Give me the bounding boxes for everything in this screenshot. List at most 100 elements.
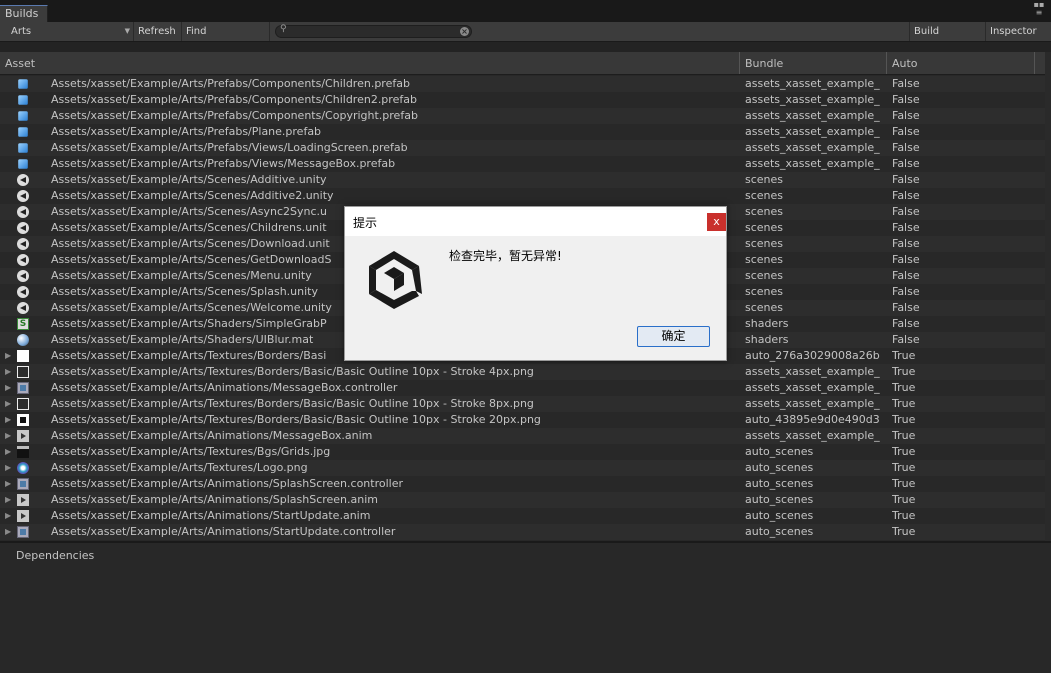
bundle-name: assets_xasset_example_ xyxy=(745,109,880,122)
auto-flag: False xyxy=(892,77,920,90)
bundle-name: scenes xyxy=(745,285,784,298)
animation-clip-icon-glyph xyxy=(17,430,29,442)
search-input[interactable]: ⚲ × xyxy=(275,24,472,38)
animation-clip-icon xyxy=(17,494,30,506)
column-header-asset[interactable]: Asset xyxy=(0,52,739,74)
table-row[interactable]: ▶ Assets/xasset/Example/Arts/Textures/Bor… xyxy=(0,412,1051,428)
expand-arrow-icon[interactable]: ▶ xyxy=(5,396,13,412)
search-icon: ⚲ xyxy=(280,24,287,34)
table-row[interactable]: Assets/xasset/Example/Arts/Prefabs/Views… xyxy=(0,140,1051,156)
animator-controller-icon xyxy=(17,526,30,538)
table-row[interactable]: ▶ Assets/xasset/Example/Arts/Textures/Log… xyxy=(0,460,1051,476)
expand-arrow-icon[interactable]: ▶ xyxy=(5,524,13,540)
table-row[interactable]: ▶ Assets/xasset/Example/Arts/Animations/S… xyxy=(0,508,1051,524)
table-row[interactable]: Assets/xasset/Example/Arts/Prefabs/Compo… xyxy=(0,76,1051,92)
scene-icon xyxy=(17,174,30,186)
prefab-icon xyxy=(17,110,30,122)
tab-builds[interactable]: Builds xyxy=(0,5,48,22)
find-references-button[interactable]: Find References xyxy=(182,22,270,56)
scene-icon-glyph xyxy=(17,190,29,202)
auto-flag: True xyxy=(892,525,916,538)
inspector-button[interactable]: Inspector xyxy=(986,22,1046,41)
texture-outline-icon-glyph xyxy=(17,366,29,378)
table-row[interactable]: ▶ Assets/xasset/Example/Arts/Animations/S… xyxy=(0,492,1051,508)
close-button[interactable]: x xyxy=(707,213,726,231)
table-row[interactable]: Assets/xasset/Example/Arts/Prefabs/Plane… xyxy=(0,124,1051,140)
auto-flag: False xyxy=(892,205,920,218)
table-header: Asset Bundle Auto xyxy=(0,52,1051,75)
prefab-icon-glyph xyxy=(18,159,28,169)
refresh-button[interactable]: Refresh xyxy=(134,22,182,41)
bundle-name: auto_scenes xyxy=(745,477,814,490)
table-row[interactable]: Assets/xasset/Example/Arts/Prefabs/Views… xyxy=(0,156,1051,172)
asset-path: Assets/xasset/Example/Arts/Prefabs/Views… xyxy=(51,141,408,154)
bundle-name: assets_xasset_example_ xyxy=(745,365,880,378)
table-row[interactable]: ▶ Assets/xasset/Example/Arts/Animations/S… xyxy=(0,524,1051,540)
dialog-title-bar[interactable]: 提示 x xyxy=(345,207,726,236)
expand-arrow-icon[interactable]: ▶ xyxy=(5,444,13,460)
prefab-icon xyxy=(17,126,30,138)
table-row[interactable]: ▶ Assets/xasset/Example/Arts/Animations/M… xyxy=(0,380,1051,396)
expand-arrow-icon[interactable]: ▶ xyxy=(5,460,13,476)
expand-arrow-icon[interactable]: ▶ xyxy=(5,364,13,380)
auto-flag: True xyxy=(892,365,916,378)
animator-controller-icon-glyph xyxy=(17,526,29,538)
asset-path: Assets/xasset/Example/Arts/Textures/Bgs/… xyxy=(51,445,331,458)
window-tab-bar: Builds ▪▪ ≡ xyxy=(0,0,1051,22)
table-row[interactable]: ▶ Assets/xasset/Example/Arts/Animations/M… xyxy=(0,428,1051,444)
texture-outline-icon xyxy=(17,398,30,410)
table-row[interactable]: ▶ Assets/xasset/Example/Arts/Textures/Bgs… xyxy=(0,444,1051,460)
auto-flag: True xyxy=(892,477,916,490)
asset-path: Assets/xasset/Example/Arts/Prefabs/Plane… xyxy=(51,125,322,138)
shader-icon: S xyxy=(17,318,30,330)
scene-icon xyxy=(17,190,30,202)
scene-icon-glyph xyxy=(17,270,29,282)
expand-arrow-icon[interactable]: ▶ xyxy=(5,380,13,396)
table-row[interactable]: Assets/xasset/Example/Arts/Prefabs/Compo… xyxy=(0,92,1051,108)
table-row[interactable]: ▶ Assets/xasset/Example/Arts/Animations/S… xyxy=(0,476,1051,492)
scene-icon xyxy=(17,238,30,250)
texture-logo-icon xyxy=(17,462,30,474)
texture-grid-icon xyxy=(17,446,30,458)
texture-thick-outline-icon xyxy=(17,414,30,426)
asset-path: Assets/xasset/Example/Arts/Prefabs/Compo… xyxy=(51,109,418,122)
build-bundles-button[interactable]: Build Bundles xyxy=(909,22,986,56)
ok-button[interactable]: 确定 xyxy=(637,326,710,347)
expand-arrow-icon[interactable]: ▶ xyxy=(5,508,13,524)
message-dialog: 提示 x 检查完毕，暂无异常! 确定 xyxy=(344,206,727,361)
table-row[interactable]: ▶ Assets/xasset/Example/Arts/Textures/Bor… xyxy=(0,396,1051,412)
table-row[interactable]: Assets/xasset/Example/Arts/Scenes/Additi… xyxy=(0,188,1051,204)
texture-outline-icon-glyph xyxy=(17,398,29,410)
texture-logo-icon-glyph xyxy=(17,462,29,474)
clear-search-icon[interactable]: × xyxy=(460,27,469,36)
toolbar-spacer xyxy=(0,42,1051,52)
auto-flag: False xyxy=(892,109,920,122)
texture-white-icon-glyph xyxy=(17,350,29,362)
column-divider[interactable] xyxy=(1034,52,1035,74)
table-row[interactable]: ▶ Assets/xasset/Example/Arts/Textures/Bor… xyxy=(0,364,1051,380)
scene-icon xyxy=(17,270,30,282)
auto-flag: True xyxy=(892,509,916,522)
auto-flag: False xyxy=(892,285,920,298)
prefab-icon-glyph xyxy=(18,111,28,121)
bundle-name: scenes xyxy=(745,205,784,218)
unity-logo-icon xyxy=(369,251,422,309)
expand-arrow-icon[interactable]: ▶ xyxy=(5,348,13,364)
animation-clip-icon-glyph xyxy=(17,494,29,506)
menu-icon[interactable]: ▪▪ ≡ xyxy=(1031,1,1047,21)
bundle-name: assets_xasset_example_ xyxy=(745,157,880,170)
expand-arrow-icon[interactable]: ▶ xyxy=(5,412,13,428)
asset-path: Assets/xasset/Example/Arts/Animations/Sp… xyxy=(51,477,403,490)
scene-icon-glyph xyxy=(17,302,29,314)
expand-arrow-icon[interactable]: ▶ xyxy=(5,428,13,444)
column-header-auto[interactable]: Auto xyxy=(887,52,1034,74)
column-header-bundle[interactable]: Bundle xyxy=(740,52,887,74)
group-dropdown[interactable]: Arts ▼ xyxy=(0,22,134,41)
vertical-scrollbar[interactable] xyxy=(1045,52,1051,541)
auto-flag: True xyxy=(892,349,916,362)
expand-arrow-icon[interactable]: ▶ xyxy=(5,492,13,508)
table-row[interactable]: Assets/xasset/Example/Arts/Scenes/Additi… xyxy=(0,172,1051,188)
table-row[interactable]: Assets/xasset/Example/Arts/Prefabs/Compo… xyxy=(0,108,1051,124)
expand-arrow-icon[interactable]: ▶ xyxy=(5,476,13,492)
prefab-icon-glyph xyxy=(18,143,28,153)
